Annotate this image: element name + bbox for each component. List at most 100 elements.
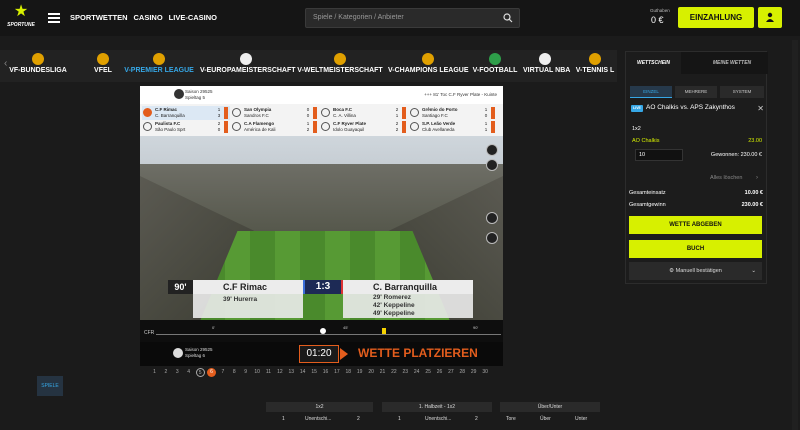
- matchday-7[interactable]: 7: [218, 368, 227, 377]
- matchday-3[interactable]: 3: [173, 368, 182, 377]
- matchday-16[interactable]: 16: [321, 368, 330, 377]
- matchday-22[interactable]: 22: [389, 368, 398, 377]
- user-button[interactable]: [758, 7, 782, 28]
- place-bet-cta[interactable]: WETTE PLATZIEREN: [358, 346, 478, 360]
- nav-sportwetten[interactable]: SPORTWETTEN: [70, 13, 128, 22]
- matchday-13[interactable]: 13: [287, 368, 296, 377]
- league-tab-v-football[interactable]: V-FOOTBALL: [472, 50, 518, 82]
- play-icon[interactable]: [410, 108, 419, 117]
- matchday-4[interactable]: 4: [184, 368, 193, 377]
- volume-icon[interactable]: [486, 159, 498, 171]
- league-tab-virtual-nba[interactable]: VIRTUAL NBA: [523, 50, 570, 82]
- chevron-down-icon: ⌄: [751, 268, 756, 274]
- market-cell: Unentschi...: [425, 416, 452, 422]
- tab-meine-wetten[interactable]: MEINE WETTEN: [696, 52, 768, 74]
- ball-icon: [174, 89, 184, 99]
- league-tab-v-europameisterschaft[interactable]: V-EUROPAMEISTERSCHAFT: [200, 50, 296, 82]
- matchday-26[interactable]: 26: [435, 368, 444, 377]
- scrollbar[interactable]: [792, 40, 798, 430]
- stake-input[interactable]: 10: [635, 149, 683, 161]
- matchday-8[interactable]: 8: [230, 368, 239, 377]
- match-card[interactable]: C.F Rimac C. Barranquilla 1 3 Paulista F…: [142, 106, 230, 134]
- league-tab-v-premier-league[interactable]: V-PREMIER LEAGUE: [123, 50, 195, 82]
- matchday-6[interactable]: 6: [207, 368, 216, 377]
- match-home-team: C.A Flamengo: [244, 121, 275, 126]
- manual-confirm-dropdown[interactable]: ⚙ Manuell bestätigen ⌄: [629, 262, 762, 280]
- matchday-19[interactable]: 19: [355, 368, 364, 377]
- match-home-score: 0: [306, 107, 310, 112]
- mode-system[interactable]: SYSTEM: [720, 86, 764, 98]
- league-tab-v-weltmeisterschaft[interactable]: V-WELTMEISTERSCHAFT: [297, 50, 383, 82]
- league-tab-v-tennis[interactable]: V-TENNIS L: [575, 50, 615, 82]
- yellow-card-icon: [382, 328, 386, 334]
- matchday-21[interactable]: 21: [378, 368, 387, 377]
- matchday-23[interactable]: 23: [401, 368, 410, 377]
- matchday-11[interactable]: 11: [264, 368, 273, 377]
- play-icon[interactable]: [321, 108, 330, 117]
- match-card[interactable]: Boca F.C C. A. Villina 2 1 C.F Ryver Pla…: [320, 106, 408, 134]
- replay-icon[interactable]: [486, 144, 498, 156]
- market-over-under: Über/Unter: [500, 402, 600, 412]
- matchday-24[interactable]: 24: [412, 368, 421, 377]
- match-card[interactable]: Grêmio do Porto Santiago F.C 1 0 S.P. Le…: [409, 106, 497, 134]
- book-button[interactable]: BUCH: [629, 240, 762, 258]
- match-home-score: 1: [306, 121, 310, 126]
- play-icon[interactable]: [143, 122, 152, 131]
- sportune-logo[interactable]: ★ SPORTUNE: [4, 4, 38, 32]
- stats-icon[interactable]: [486, 212, 498, 224]
- trophy-icon: [97, 53, 109, 65]
- search-input[interactable]: Spiele / Kategorien / Anbieter: [305, 8, 520, 28]
- matchday-12[interactable]: 12: [275, 368, 284, 377]
- matchday-27[interactable]: 27: [446, 368, 455, 377]
- hamburger-menu-icon[interactable]: [48, 13, 60, 23]
- league-tab-vf-bundesliga[interactable]: VF-BUNDESLIGA: [4, 50, 72, 82]
- nav-casino[interactable]: CASINO: [134, 13, 163, 22]
- deposit-button[interactable]: EINZAHLUNG: [678, 7, 754, 28]
- matchday-9[interactable]: 9: [241, 368, 250, 377]
- play-icon[interactable]: [410, 122, 419, 131]
- clear-all-link[interactable]: Alles löschen: [710, 175, 742, 181]
- play-icon[interactable]: [321, 122, 330, 131]
- matchday-18[interactable]: 18: [344, 368, 353, 377]
- matchday-1[interactable]: 1: [150, 368, 159, 377]
- trophy-icon: [32, 53, 44, 65]
- league-tab-v-champions-league[interactable]: V-CHAMPIONS LEAGUE: [388, 50, 469, 82]
- market-cell: 1: [282, 416, 285, 422]
- matchday-29[interactable]: 29: [469, 368, 478, 377]
- league-tab-vfel[interactable]: VFEL: [88, 50, 118, 82]
- matchday-10[interactable]: 10: [253, 368, 262, 377]
- match-away-score: 2: [306, 127, 310, 132]
- matchday-17[interactable]: 17: [332, 368, 341, 377]
- timeline-mark: 0': [212, 325, 215, 330]
- match-away-score: 1: [484, 127, 488, 132]
- match-away-team: Santiago F.C: [422, 113, 448, 118]
- mode-mehrere[interactable]: MEHRERE: [675, 86, 717, 98]
- play-icon[interactable]: [232, 122, 241, 131]
- chevron-left-icon[interactable]: ‹: [4, 58, 7, 69]
- play-icon[interactable]: [143, 108, 152, 117]
- matchday-14[interactable]: 14: [298, 368, 307, 377]
- close-icon[interactable]: ✕: [757, 104, 764, 113]
- tab-spiele[interactable]: SPIELE: [37, 376, 63, 396]
- place-bet-button[interactable]: WETTE ABGEBEN: [629, 216, 762, 234]
- nav-live-casino[interactable]: LIVE-CASINO: [169, 13, 217, 22]
- matchday-28[interactable]: 28: [458, 368, 467, 377]
- matchday-25[interactable]: 25: [424, 368, 433, 377]
- match-card[interactable]: San Olympia Sandros F.C 0 0 C.A Flamengo…: [231, 106, 319, 134]
- list-icon[interactable]: [486, 232, 498, 244]
- tab-wettschein[interactable]: WETTSCHEIN: [626, 52, 681, 74]
- matchday-2[interactable]: 2: [161, 368, 170, 377]
- matchday-15[interactable]: 15: [310, 368, 319, 377]
- mode-einzel[interactable]: EINZEL: [630, 86, 672, 98]
- bet-mode-selector: EINZEL MEHRERE SYSTEM: [630, 86, 764, 98]
- match-home-score: 2: [395, 121, 399, 126]
- total-stake-row: Gesamteinsatz 10.00 €: [629, 190, 763, 196]
- trophy-icon: [589, 53, 601, 65]
- search-icon[interactable]: [503, 13, 513, 23]
- matchday-30[interactable]: 30: [481, 368, 490, 377]
- match-home-score: 1: [217, 107, 221, 112]
- matchday-20[interactable]: 20: [367, 368, 376, 377]
- season-info: Saison 29525 Spieltag 5: [185, 89, 213, 100]
- matchday-5[interactable]: 5: [195, 368, 205, 377]
- play-icon[interactable]: [232, 108, 241, 117]
